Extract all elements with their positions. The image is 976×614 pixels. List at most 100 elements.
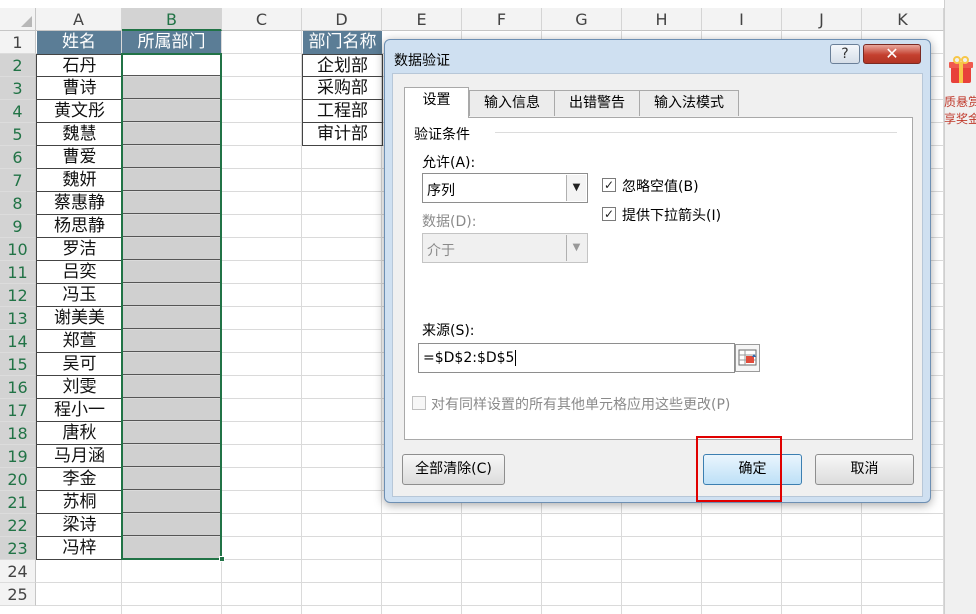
row-header-13[interactable]: 13 — [0, 307, 36, 330]
row-header-19[interactable]: 19 — [0, 445, 36, 468]
row-header-17[interactable]: 17 — [0, 399, 36, 422]
cell-b17[interactable] — [122, 399, 222, 421]
range-select-button[interactable] — [735, 344, 760, 372]
tab-error-alert[interactable]: 出错警告 — [554, 90, 640, 116]
cell-a9[interactable]: 杨思静 — [36, 214, 123, 238]
tab-input-message[interactable]: 输入信息 — [469, 90, 555, 116]
column-header-b[interactable]: B — [122, 8, 222, 31]
cell-b12[interactable] — [122, 284, 222, 306]
cell-b15[interactable] — [122, 353, 222, 375]
row-header-10[interactable]: 10 — [0, 238, 36, 261]
cell-b20[interactable] — [122, 468, 222, 490]
cell-a7[interactable]: 魏妍 — [36, 168, 123, 192]
cell-a10[interactable]: 罗洁 — [36, 237, 123, 261]
row-header-21[interactable]: 21 — [0, 491, 36, 514]
row-header-3[interactable]: 3 — [0, 77, 36, 100]
row-header-5[interactable]: 5 — [0, 123, 36, 146]
row-header-4[interactable]: 4 — [0, 100, 36, 123]
ignore-blank-checkbox[interactable]: ✓ — [602, 178, 616, 192]
cell-b5[interactable] — [122, 123, 222, 145]
cell-d1[interactable]: 部门名称 — [303, 31, 382, 54]
row-header-20[interactable]: 20 — [0, 468, 36, 491]
column-header-i[interactable]: I — [702, 8, 782, 31]
cell-a21[interactable]: 苏桐 — [36, 490, 123, 514]
cell-a22[interactable]: 梁诗 — [36, 513, 123, 537]
tab-ime-mode[interactable]: 输入法模式 — [639, 90, 739, 116]
select-all-corner[interactable] — [0, 8, 36, 31]
row-header-11[interactable]: 11 — [0, 261, 36, 284]
cell-a14[interactable]: 郑萱 — [36, 329, 123, 353]
row-header-15[interactable]: 15 — [0, 353, 36, 376]
tab-settings[interactable]: 设置 — [404, 87, 469, 118]
cell-a16[interactable]: 刘雯 — [36, 375, 123, 399]
cell-d5[interactable]: 审计部 — [302, 122, 383, 146]
cell-b7[interactable] — [122, 169, 222, 191]
cell-b10[interactable] — [122, 238, 222, 260]
column-header-a[interactable]: A — [36, 8, 122, 31]
cell-b6[interactable] — [122, 146, 222, 168]
column-header-f[interactable]: F — [462, 8, 542, 31]
cell-b21[interactable] — [122, 491, 222, 513]
cell-a17[interactable]: 程小一 — [36, 398, 123, 422]
row-header-14[interactable]: 14 — [0, 330, 36, 353]
cell-a1[interactable]: 姓名 — [37, 31, 121, 54]
cell-a23[interactable]: 冯梓 — [36, 536, 123, 560]
cell-d3[interactable]: 采购部 — [302, 76, 383, 100]
cell-b9[interactable] — [122, 215, 222, 237]
column-header-e[interactable]: E — [382, 8, 462, 31]
fill-handle[interactable] — [219, 556, 225, 562]
cell-a12[interactable]: 冯玉 — [36, 283, 123, 307]
cell-b3[interactable] — [122, 77, 222, 99]
cell-a4[interactable]: 黄文彤 — [36, 99, 123, 123]
cell-b2[interactable] — [122, 54, 222, 76]
cell-a5[interactable]: 魏慧 — [36, 122, 123, 146]
cell-a3[interactable]: 曹诗 — [36, 76, 123, 100]
row-header-1[interactable]: 1 — [0, 31, 36, 54]
cell-a19[interactable]: 马月涵 — [36, 444, 123, 468]
column-header-k[interactable]: K — [862, 8, 944, 31]
row-header-12[interactable]: 12 — [0, 284, 36, 307]
row-header-7[interactable]: 7 — [0, 169, 36, 192]
column-header-h[interactable]: H — [622, 8, 702, 31]
cell-a20[interactable]: 李金 — [36, 467, 123, 491]
cancel-button[interactable]: 取消 — [815, 454, 914, 485]
cell-b14[interactable] — [122, 330, 222, 352]
row-header-6[interactable]: 6 — [0, 146, 36, 169]
cell-d4[interactable]: 工程部 — [302, 99, 383, 123]
row-header-25[interactable]: 25 — [0, 583, 36, 606]
cell-b11[interactable] — [122, 261, 222, 283]
chevron-down-icon[interactable]: ▼ — [566, 235, 586, 261]
help-button[interactable]: ? — [830, 44, 860, 64]
cell-a13[interactable]: 谢美美 — [36, 306, 123, 330]
column-header-j[interactable]: J — [782, 8, 862, 31]
dropdown-arrow-checkbox[interactable]: ✓ — [602, 207, 616, 221]
column-header-d[interactable]: D — [302, 8, 382, 31]
cell-b19[interactable] — [122, 445, 222, 467]
cell-b22[interactable] — [122, 514, 222, 536]
close-button[interactable]: ✕ — [863, 44, 921, 64]
row-header-23[interactable]: 23 — [0, 537, 36, 560]
cell-d2[interactable]: 企划部 — [302, 54, 383, 77]
cell-b23[interactable] — [122, 537, 222, 559]
cell-b18[interactable] — [122, 422, 222, 444]
cell-b4[interactable] — [122, 100, 222, 122]
row-header-8[interactable]: 8 — [0, 192, 36, 215]
cell-b16[interactable] — [122, 376, 222, 398]
column-header-c[interactable]: C — [222, 8, 302, 31]
cell-a8[interactable]: 蔡惠静 — [36, 191, 123, 215]
cell-b1[interactable]: 所属部门 — [122, 31, 221, 54]
cell-a11[interactable]: 吕奕 — [36, 260, 123, 284]
row-header-18[interactable]: 18 — [0, 422, 36, 445]
cell-a15[interactable]: 吴可 — [36, 352, 123, 376]
apply-all-checkbox[interactable] — [412, 396, 426, 410]
source-input[interactable]: =$D$2:$D$5 — [418, 343, 735, 373]
row-header-22[interactable]: 22 — [0, 514, 36, 537]
data-select[interactable]: 介于 ▼ — [422, 233, 588, 263]
cell-a6[interactable]: 曹爱 — [36, 145, 123, 169]
row-header-24[interactable]: 24 — [0, 560, 36, 583]
side-panel-text[interactable]: 质悬赏 享奖金 — [944, 94, 976, 128]
chevron-down-icon[interactable]: ▼ — [566, 175, 586, 201]
gift-icon[interactable] — [948, 55, 974, 85]
cell-a18[interactable]: 唐秋 — [36, 421, 123, 445]
clear-all-button[interactable]: 全部清除(C) — [402, 454, 505, 485]
